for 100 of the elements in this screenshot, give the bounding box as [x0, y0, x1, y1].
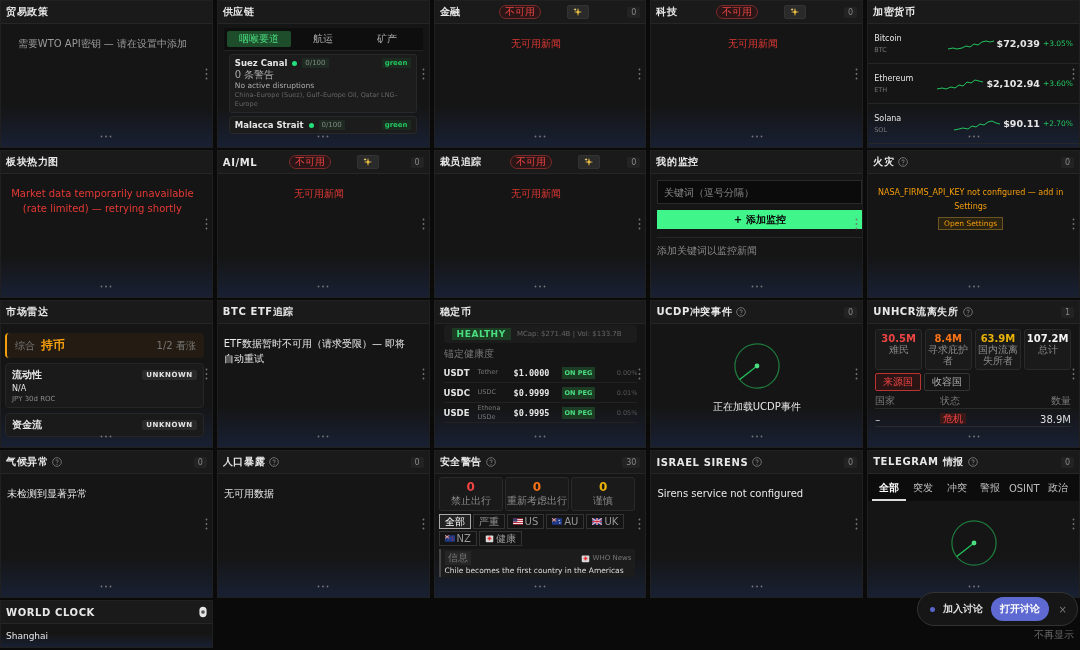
filter-chip[interactable]: UK: [586, 514, 625, 529]
coin-price: $72,039: [996, 38, 1040, 49]
panel-title: UNHCR流离失所: [873, 305, 959, 319]
resize-handle-icon[interactable]: [638, 518, 642, 530]
panel-title: 科技: [656, 5, 678, 19]
filter-chip[interactable]: 健康: [478, 531, 522, 546]
status-message: Market data temporarily unavailable (rate limited) — retrying shortly: [10, 187, 195, 216]
resize-handle-icon[interactable]: [638, 368, 642, 380]
resize-handle-icon[interactable]: [750, 435, 763, 438]
resize-handle-icon[interactable]: [421, 68, 425, 80]
status-dot: [929, 606, 935, 612]
resize-handle-icon[interactable]: [317, 435, 330, 438]
tab[interactable]: 警报: [973, 476, 1008, 501]
resize-handle-icon[interactable]: [421, 218, 425, 230]
summarize-button[interactable]: [577, 155, 600, 169]
resize-handle-icon[interactable]: [967, 135, 980, 138]
close-button[interactable]: ×: [1056, 603, 1069, 615]
resize-handle-icon[interactable]: [1072, 368, 1075, 380]
stat-value: 0: [599, 480, 608, 494]
filter-chip[interactable]: US: [506, 514, 545, 529]
bullish-ratio: 1/2 看涨: [156, 338, 196, 353]
hospital-icon: [484, 534, 494, 543]
tab[interactable]: OSINT: [1007, 476, 1042, 501]
item-count: 0: [410, 156, 424, 168]
summarize-button[interactable]: [356, 155, 379, 169]
filter-chip[interactable]: 严重: [472, 514, 505, 529]
resize-handle-icon[interactable]: [750, 585, 763, 588]
help-icon[interactable]: [752, 457, 763, 467]
config-warning: NASA_FIRMS_API_KEY not configured — add in Settings: [876, 187, 1065, 213]
help-icon[interactable]: [898, 157, 909, 167]
tab[interactable]: 政治: [1041, 476, 1075, 501]
tab[interactable]: 收容国: [924, 373, 971, 391]
tab[interactable]: 突发: [906, 476, 940, 501]
resize-handle-icon[interactable]: [638, 218, 642, 230]
resize-handle-icon[interactable]: [967, 435, 980, 438]
resize-handle-icon[interactable]: [855, 368, 859, 380]
resize-handle-icon[interactable]: [534, 585, 546, 588]
resize-handle-icon[interactable]: [317, 585, 330, 588]
resize-handle-icon[interactable]: [1072, 518, 1075, 530]
resize-handle-icon[interactable]: [638, 68, 642, 80]
tab[interactable]: 冲突: [939, 476, 974, 501]
resize-handle-icon[interactable]: [534, 435, 546, 438]
help-icon[interactable]: [962, 307, 973, 317]
resize-handle-icon[interactable]: [100, 435, 113, 438]
resize-handle-icon[interactable]: [855, 518, 859, 530]
resize-handle-icon[interactable]: [534, 135, 546, 138]
help-icon[interactable]: [52, 457, 63, 467]
status-message: 未检测到显著异常: [6, 487, 88, 501]
resize-handle-icon[interactable]: [100, 585, 113, 588]
resize-handle-icon[interactable]: [750, 285, 763, 288]
stat-label: 寻求庇护者: [927, 344, 970, 366]
filter-chip[interactable]: AU: [546, 514, 585, 529]
resize-handle-icon[interactable]: [100, 285, 113, 288]
resize-handle-icon[interactable]: [204, 368, 208, 380]
toast-message: 加入讨论: [942, 602, 983, 616]
stat-value: 0: [466, 480, 475, 494]
help-icon[interactable]: [967, 457, 978, 467]
flag-icon: [592, 518, 603, 525]
resize-handle-icon[interactable]: [855, 218, 859, 230]
panel-title: ISRAEL SIRENS: [656, 456, 749, 468]
resize-handle-icon[interactable]: [317, 285, 330, 288]
item-count: 0: [844, 6, 858, 18]
filter-chip[interactable]: 全部: [438, 514, 471, 529]
resize-handle-icon[interactable]: [534, 285, 546, 288]
resize-handle-icon[interactable]: [967, 585, 980, 588]
resize-handle-icon[interactable]: [421, 518, 425, 530]
coin-symbol: USDT: [443, 367, 471, 378]
stat-label: 总计: [1036, 344, 1059, 355]
resize-handle-icon[interactable]: [1072, 218, 1075, 230]
resize-handle-icon[interactable]: [421, 368, 425, 380]
resize-handle-icon[interactable]: [204, 68, 208, 80]
toggle-icon[interactable]: [198, 606, 207, 618]
tab[interactable]: 航运: [291, 31, 356, 47]
open-discussion-button[interactable]: 打开讨论: [990, 597, 1049, 621]
resize-handle-icon[interactable]: [204, 218, 208, 230]
tab[interactable]: 来源国: [875, 373, 922, 391]
add-monitor-button[interactable]: + 添加监控: [657, 210, 863, 229]
panel-title: 贸易政策: [6, 5, 49, 19]
resize-handle-icon[interactable]: [855, 68, 859, 80]
keyword-input[interactable]: 关键词（逗号分隔）: [657, 180, 863, 204]
resize-handle-icon[interactable]: [1072, 68, 1075, 80]
summarize-button[interactable]: [783, 5, 806, 19]
filter-chip[interactable]: NZ: [438, 531, 477, 546]
help-icon[interactable]: [486, 457, 496, 467]
tab[interactable]: 咽喉要道: [226, 31, 292, 47]
tab[interactable]: 矿产: [355, 31, 420, 47]
tab[interactable]: 全部: [872, 476, 906, 501]
help-icon[interactable]: [269, 457, 280, 467]
resize-handle-icon[interactable]: [204, 518, 208, 530]
coin-price: $90.11: [1003, 118, 1040, 129]
resize-handle-icon[interactable]: [100, 135, 113, 138]
coin-price: $0.9999: [513, 387, 551, 398]
help-icon[interactable]: [736, 307, 747, 317]
status-message: 无可用新闻: [510, 37, 562, 51]
dont-show-again-link[interactable]: 不再显示: [1034, 628, 1074, 642]
resize-handle-icon[interactable]: [967, 285, 980, 288]
resize-handle-icon[interactable]: [750, 135, 763, 138]
summarize-button[interactable]: [567, 5, 590, 19]
panel-title: 火灾: [873, 155, 895, 169]
panel-title: 金融: [439, 5, 461, 19]
